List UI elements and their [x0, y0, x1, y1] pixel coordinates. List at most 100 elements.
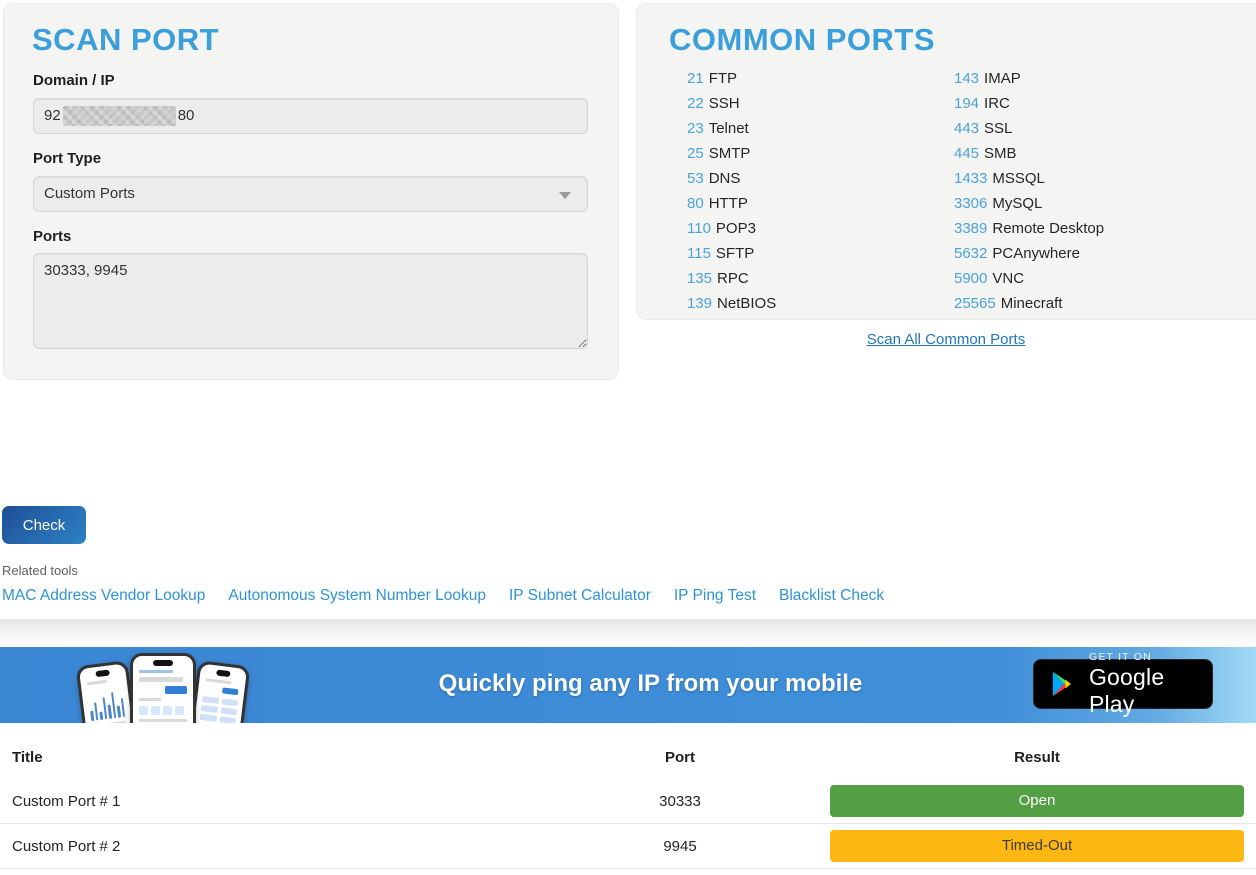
port-number: 53	[687, 170, 704, 187]
google-play-badge[interactable]: GET IT ON Google Play	[1033, 659, 1213, 709]
mini-blue-button	[165, 686, 187, 694]
port-number: 143	[954, 70, 979, 87]
port-name: PCAnywhere	[992, 245, 1080, 262]
port-name: VNC	[992, 270, 1024, 287]
status-badge-open: Open	[830, 785, 1244, 817]
mini-bar-chart	[88, 689, 125, 721]
related-tools-label: Related tools	[2, 563, 78, 578]
common-port-item[interactable]: 53 DNS	[687, 166, 776, 191]
port-number: 23	[687, 120, 704, 137]
common-port-item[interactable]: 139NetBIOS	[687, 291, 776, 316]
common-port-item[interactable]: 3389Remote Desktop	[954, 216, 1104, 241]
port-name: SMB	[984, 145, 1017, 162]
link-asn-lookup[interactable]: Autonomous System Number Lookup	[228, 587, 486, 605]
port-number: 3306	[954, 195, 987, 212]
mini-pill-grid	[200, 696, 239, 723]
section-divider-gradient	[0, 619, 1256, 647]
port-name: IRC	[984, 95, 1010, 112]
port-type-label: Port Type	[33, 150, 101, 167]
port-type-selected-value: Custom Ports	[44, 185, 135, 202]
table-row: Custom Port # 2 9945 Timed-Out	[0, 824, 1256, 869]
common-port-item[interactable]: 22SSH	[687, 91, 776, 116]
port-name: IMAP	[984, 70, 1021, 87]
ports-textarea[interactable]: 30333, 9945	[33, 253, 588, 349]
link-blacklist-check[interactable]: Blacklist Check	[779, 587, 884, 605]
phone-mockup-center	[130, 653, 196, 723]
common-port-item[interactable]: 21 FTP	[687, 66, 776, 91]
get-it-on-text: GET IT ON	[1089, 651, 1212, 663]
port-name: SFTP	[716, 245, 754, 262]
table-row: Custom Port # 1 30333 Open	[0, 779, 1256, 824]
common-port-item[interactable]: 23 Telnet	[687, 116, 776, 141]
port-name: MSSQL	[992, 170, 1045, 187]
port-name: POP3	[716, 220, 756, 237]
related-tools-links: MAC Address Vendor Lookup Autonomous Sys…	[2, 587, 884, 605]
common-port-item[interactable]: 194 IRC	[954, 91, 1104, 116]
results-header-row: Title Port Result	[0, 723, 1256, 779]
header-title: Title	[0, 749, 620, 766]
scan-port-panel: SCAN PORT Domain / IP 9280 Port Type Cus…	[3, 3, 619, 380]
port-number: 115	[687, 245, 711, 262]
link-mac-address-vendor-lookup[interactable]: MAC Address Vendor Lookup	[2, 587, 205, 605]
scan-port-title: SCAN PORT	[32, 22, 219, 58]
scan-all-wrapper: Scan All Common Ports	[636, 331, 1256, 349]
common-ports-panel: COMMON PORTS 21 FTP 22SSH 23 Telnet 25SMTP…	[636, 3, 1256, 320]
port-number: 5632	[954, 245, 987, 262]
port-number: 5900	[954, 270, 987, 287]
port-number: 443	[954, 120, 979, 137]
port-name: SSL	[984, 120, 1012, 137]
scan-results-table: Title Port Result Custom Port # 1 30333 …	[0, 723, 1256, 869]
google-play-text: Google Play	[1089, 664, 1212, 718]
port-number: 110	[687, 220, 711, 237]
port-name: Remote Desktop	[992, 220, 1104, 237]
common-port-item[interactable]: 445 SMB	[954, 141, 1104, 166]
common-port-item[interactable]: 143 IMAP	[954, 66, 1104, 91]
chevron-down-icon	[559, 192, 571, 199]
phones-mockup-image	[82, 651, 252, 723]
common-port-item[interactable]: 80HTTP	[687, 191, 776, 216]
port-name: DNS	[709, 170, 741, 187]
common-ports-left-column: 21 FTP 22SSH 23 Telnet 25SMTP 53 DNS 80HTTP…	[687, 66, 776, 316]
common-port-item[interactable]: 25SMTP	[687, 141, 776, 166]
port-name: RPC	[717, 270, 749, 287]
mobile-app-promo-banner: Quickly ping any IP from your mobile GET…	[0, 647, 1256, 723]
port-name: Telnet	[709, 120, 749, 137]
port-number: 194	[954, 95, 979, 112]
common-port-item[interactable]: 115 SFTP	[687, 241, 776, 266]
port-number: 445	[954, 145, 979, 162]
port-number: 135	[687, 270, 712, 287]
port-name: NetBIOS	[717, 295, 776, 312]
row-title: Custom Port # 2	[0, 838, 620, 855]
redacted-ip-blur	[63, 106, 176, 126]
common-ports-title: COMMON PORTS	[669, 22, 935, 58]
common-port-item[interactable]: 110 POP3	[687, 216, 776, 241]
common-port-item[interactable]: 1433MSSQL	[954, 166, 1104, 191]
link-ip-subnet-calculator[interactable]: IP Subnet Calculator	[509, 587, 651, 605]
port-name: Minecraft	[1001, 295, 1063, 312]
google-play-badge-text: GET IT ON Google Play	[1089, 651, 1212, 718]
common-port-item[interactable]: 443 SSL	[954, 116, 1104, 141]
common-port-item[interactable]: 5900 VNC	[954, 266, 1104, 291]
check-button[interactable]: Check	[2, 506, 86, 544]
mini-icon-grid	[139, 706, 187, 715]
domain-ip-value-prefix: 92	[44, 107, 61, 124]
port-name: HTTP	[709, 195, 748, 212]
port-number: 25565	[954, 295, 996, 312]
common-port-item[interactable]: 135 RPC	[687, 266, 776, 291]
header-result: Result	[740, 749, 1256, 766]
google-play-icon	[1048, 669, 1077, 699]
scan-all-common-ports-link[interactable]: Scan All Common Ports	[867, 331, 1025, 348]
common-port-item[interactable]: 25565 Minecraft	[954, 291, 1104, 316]
port-number: 21	[687, 70, 704, 87]
common-port-item[interactable]: 3306 MySQL	[954, 191, 1104, 216]
status-badge-timed-out: Timed-Out	[830, 830, 1244, 862]
port-name: SSH	[709, 95, 740, 112]
domain-ip-input[interactable]: 9280	[33, 98, 588, 134]
ports-label: Ports	[33, 228, 71, 245]
port-name: FTP	[709, 70, 737, 87]
port-type-select[interactable]: Custom Ports	[33, 176, 588, 212]
port-name: MySQL	[992, 195, 1042, 212]
common-port-item[interactable]: 5632 PCAnywhere	[954, 241, 1104, 266]
link-ip-ping-test[interactable]: IP Ping Test	[674, 587, 756, 605]
port-number: 25	[687, 145, 704, 162]
